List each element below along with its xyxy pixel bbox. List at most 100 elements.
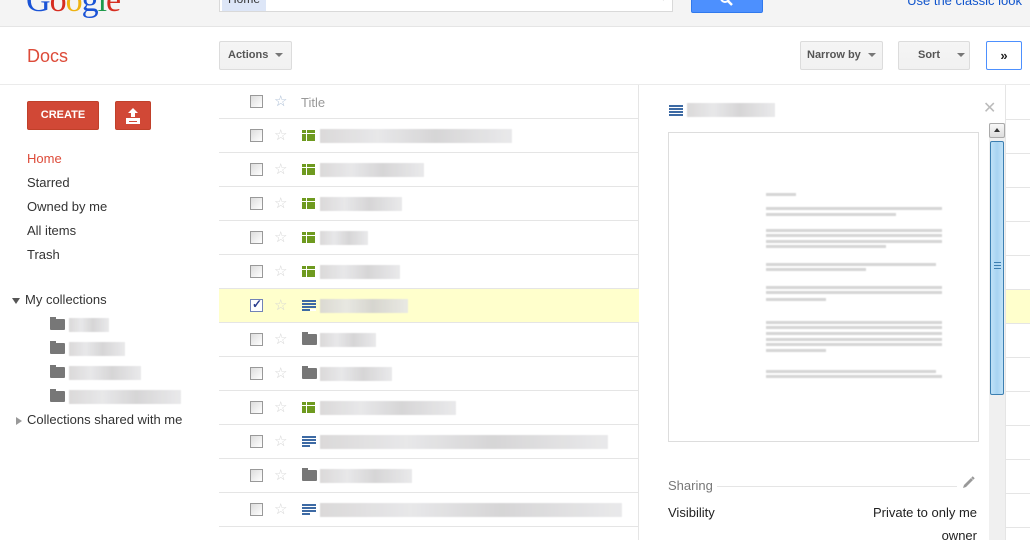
table-row[interactable]: ☆ [219,391,639,425]
sort-button[interactable]: Sort [898,41,970,70]
upload-button[interactable] [115,101,151,130]
row-checkbox[interactable] [250,265,263,278]
upload-icon [126,108,140,124]
row-checkbox[interactable] [250,163,263,176]
scroll-up-arrow[interactable] [989,123,1005,138]
table-row[interactable]: ☆ [219,357,639,391]
row-title-redacted[interactable] [320,163,424,177]
star-icon[interactable]: ☆ [274,228,287,246]
sidebar-item-home[interactable]: Home [27,151,62,166]
row-title-redacted[interactable] [320,469,412,483]
collection-item[interactable] [50,316,109,332]
preview-scrollbar[interactable] [989,123,1005,540]
row-title-redacted[interactable] [320,231,368,245]
star-icon[interactable]: ☆ [274,364,287,382]
sort-label: Sort [918,49,940,61]
collection-item[interactable] [50,364,141,380]
star-icon[interactable]: ☆ [274,160,287,178]
scrollbar-thumb[interactable] [990,141,1004,395]
search-scope-chip[interactable]: Home [222,0,267,11]
owner-label: owner [941,528,977,543]
star-icon[interactable]: ☆ [274,432,287,450]
row-checkbox[interactable] [250,367,263,380]
table-row[interactable]: ☆ [219,221,639,255]
title-column-header[interactable]: Title [301,95,325,110]
logo-letter: o [49,0,67,19]
star-icon[interactable]: ☆ [274,500,287,518]
row-title-redacted[interactable] [320,367,392,381]
star-icon[interactable]: ☆ [274,296,287,314]
logo-letter: o [65,0,83,19]
row-checkbox[interactable] [250,297,263,312]
create-button[interactable]: CREATE [27,101,99,130]
search-input[interactable]: Home ▾ [219,0,673,12]
pencil-icon[interactable] [962,476,975,489]
folder-icon [50,389,65,403]
spreadsheet-icon [302,402,315,413]
sidebar-item-starred[interactable]: Starred [27,175,70,190]
search-options-icon[interactable]: ▾ [660,0,666,4]
row-divider [1006,153,1030,154]
thumbnail-text-line [766,349,826,352]
table-row[interactable]: ☆ [219,153,639,187]
row-title-redacted[interactable] [320,401,456,415]
expand-panel-button[interactable]: » [986,41,1022,70]
sidebar-item-owned-by-me[interactable]: Owned by me [27,199,107,214]
row-title-redacted[interactable] [320,265,400,279]
table-row[interactable]: ☆ [219,493,639,527]
action-bar: Docs Actions Narrow by Sort » [0,27,1030,85]
star-icon[interactable]: ☆ [274,398,287,416]
row-checkbox[interactable] [250,401,263,414]
row-checkbox[interactable] [250,469,263,482]
star-icon[interactable]: ☆ [274,126,287,144]
row-title-redacted[interactable] [320,333,376,347]
star-icon[interactable]: ☆ [274,194,287,212]
row-checkbox[interactable] [250,503,263,516]
sidebar-item-trash[interactable]: Trash [27,247,60,262]
table-row[interactable]: ☆ [219,323,639,357]
row-checkbox[interactable] [250,333,263,346]
document-thumbnail[interactable] [668,132,979,442]
row-title-redacted[interactable] [320,435,608,449]
row-title-redacted[interactable] [320,503,622,517]
classic-look-link[interactable]: Use the classic look [907,0,1022,8]
table-row[interactable]: ☆ [219,289,639,323]
star-icon[interactable]: ☆ [274,262,287,280]
table-row[interactable]: ☆ [219,187,639,221]
my-collections-toggle[interactable]: My collections [12,292,107,307]
folder-icon [50,341,65,355]
collection-item[interactable] [50,340,125,356]
row-title-redacted[interactable] [320,197,402,211]
row-checkbox[interactable] [250,197,263,210]
sharing-label: Sharing [668,478,713,493]
thumbnail-text-line [766,213,896,216]
row-checkbox[interactable] [250,129,263,142]
search-button[interactable] [691,0,763,13]
collection-item[interactable] [50,388,181,404]
row-checkbox[interactable] [250,231,263,244]
narrow-by-button[interactable]: Narrow by [800,41,883,70]
row-title-redacted[interactable] [320,129,512,143]
actions-button[interactable]: Actions [219,41,293,70]
shared-collections-toggle[interactable]: Collections shared with me [12,412,182,427]
table-row[interactable]: ☆ [219,459,639,493]
row-title-redacted[interactable] [320,299,408,313]
table-row[interactable]: ☆ [219,255,639,289]
row-divider [1006,527,1030,528]
table-row[interactable]: ☆ [219,119,639,153]
sidebar-item-all-items[interactable]: All items [27,223,76,238]
star-icon[interactable]: ☆ [274,466,287,484]
star-icon[interactable]: ☆ [274,330,287,348]
google-logo[interactable]: Google [26,0,121,20]
row-divider [1006,187,1030,188]
folder-icon [302,366,317,379]
row-checkbox[interactable] [250,435,263,448]
table-row[interactable]: ☆ [219,425,639,459]
star-header-icon[interactable]: ☆ [274,92,287,110]
sidebar: CREATE Home Starred Owned by me All item… [0,86,219,540]
collection-name-redacted [68,365,141,380]
thumbnail-text-line [766,240,942,243]
select-all-checkbox[interactable] [250,95,263,108]
spreadsheet-icon [302,164,315,175]
close-icon[interactable]: ✕ [983,98,996,118]
